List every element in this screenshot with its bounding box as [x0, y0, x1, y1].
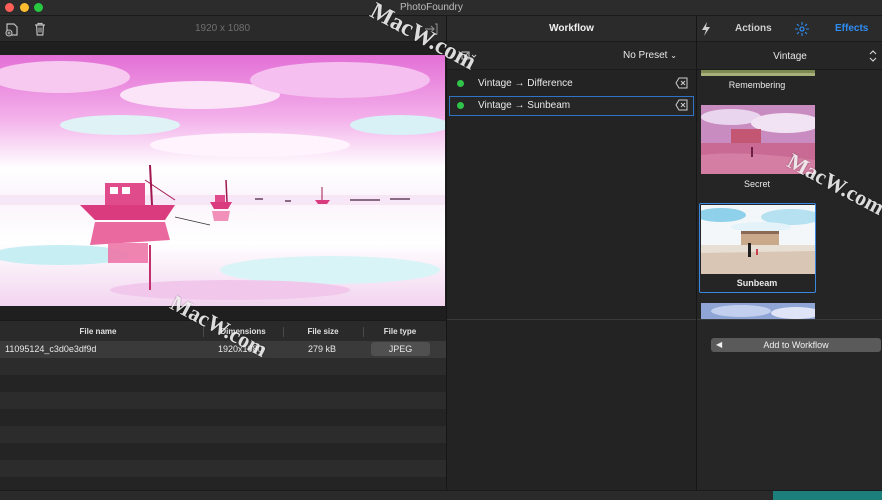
file-rows: 11095124_c3d0e3df9d 1920x1080 279 kB JPE…	[0, 341, 446, 494]
status-dot	[457, 102, 464, 109]
minimize-window-button[interactable]	[20, 3, 29, 12]
effect-category-label: Vintage	[773, 51, 807, 62]
preset-label: No Preset	[623, 50, 668, 61]
trash-icon[interactable]	[32, 21, 48, 37]
status-bar	[0, 490, 882, 500]
column-header-file-name[interactable]: File name	[60, 324, 136, 340]
effects-panel: Actions Effects Vintage Remembering Secr…	[696, 16, 882, 500]
file-type-cell: JPEG	[371, 342, 430, 356]
effects-tabs: Actions Effects	[697, 16, 882, 42]
file-size-cell: 279 kB	[308, 344, 337, 354]
sparkle-icon[interactable]	[795, 22, 809, 36]
chevron-down-icon: ⌄	[670, 51, 677, 60]
workflow-header: Workflow	[447, 16, 696, 42]
preset-dropdown[interactable]: No Preset ⌄	[623, 50, 677, 61]
add-to-workflow-button[interactable]: ◀ Add to Workflow	[711, 338, 881, 352]
delete-icon[interactable]	[675, 77, 688, 89]
workflow-item-label: Vintage → Difference	[478, 78, 573, 89]
empty-row	[0, 460, 446, 477]
zoom-window-button[interactable]	[34, 3, 43, 12]
column-header-file-size[interactable]: File size	[283, 324, 363, 340]
empty-row	[0, 409, 446, 426]
workflow-detail-area	[447, 319, 696, 500]
effect-name: Remembering	[728, 80, 786, 90]
file-name-cell: 11095124_c3d0e3df9d	[5, 344, 97, 354]
workflow-toolbar: No Preset ⌄	[447, 42, 696, 70]
empty-row	[0, 375, 446, 392]
effect-category-select[interactable]: Vintage	[697, 42, 882, 70]
status-dot	[457, 80, 464, 87]
workflow-panel: Workflow No Preset ⌄ Vintage → Differenc…	[446, 16, 696, 500]
image-dimensions: 1920 x 1080	[195, 23, 251, 34]
image-preview	[0, 42, 446, 320]
empty-row	[0, 392, 446, 409]
arrow-left-icon: ◀	[716, 340, 723, 349]
empty-row	[0, 358, 446, 375]
bolt-icon[interactable]	[700, 22, 712, 36]
effect-thumbnail[interactable]	[701, 303, 815, 320]
updown-chevron-icon	[869, 50, 877, 62]
add-photo-icon[interactable]	[4, 21, 20, 37]
teal-action-button[interactable]	[773, 491, 882, 500]
tab-effects[interactable]: Effects	[835, 23, 868, 34]
workflow-item-label: Vintage → Sunbeam	[478, 100, 571, 111]
delete-icon[interactable]	[675, 99, 688, 111]
workflow-item[interactable]: Vintage → Difference	[449, 74, 694, 94]
workflow-item-selected[interactable]: Vintage → Sunbeam	[449, 96, 694, 116]
photofoundry-window: PhotoFoundry 1920 x 1080 File name Dimen…	[0, 0, 882, 500]
empty-row	[0, 426, 446, 443]
effect-thumbnail[interactable]	[701, 205, 815, 274]
effect-name: Secret	[743, 179, 770, 189]
tab-actions[interactable]: Actions	[735, 23, 772, 34]
file-table: File name Dimensions File size File type…	[0, 320, 446, 500]
window-title: PhotoFoundry	[400, 2, 463, 13]
empty-row	[0, 443, 446, 460]
add-to-workflow-label: Add to Workflow	[763, 340, 829, 350]
effects-action-area: ◀ Add to Workflow	[697, 319, 882, 500]
title-bar: PhotoFoundry	[0, 0, 882, 16]
effect-name: Sunbeam	[736, 278, 778, 288]
preview-photo	[0, 55, 445, 306]
close-window-button[interactable]	[5, 3, 14, 12]
column-header-file-type[interactable]: File type	[363, 324, 437, 340]
effect-thumbnail[interactable]	[701, 70, 815, 76]
